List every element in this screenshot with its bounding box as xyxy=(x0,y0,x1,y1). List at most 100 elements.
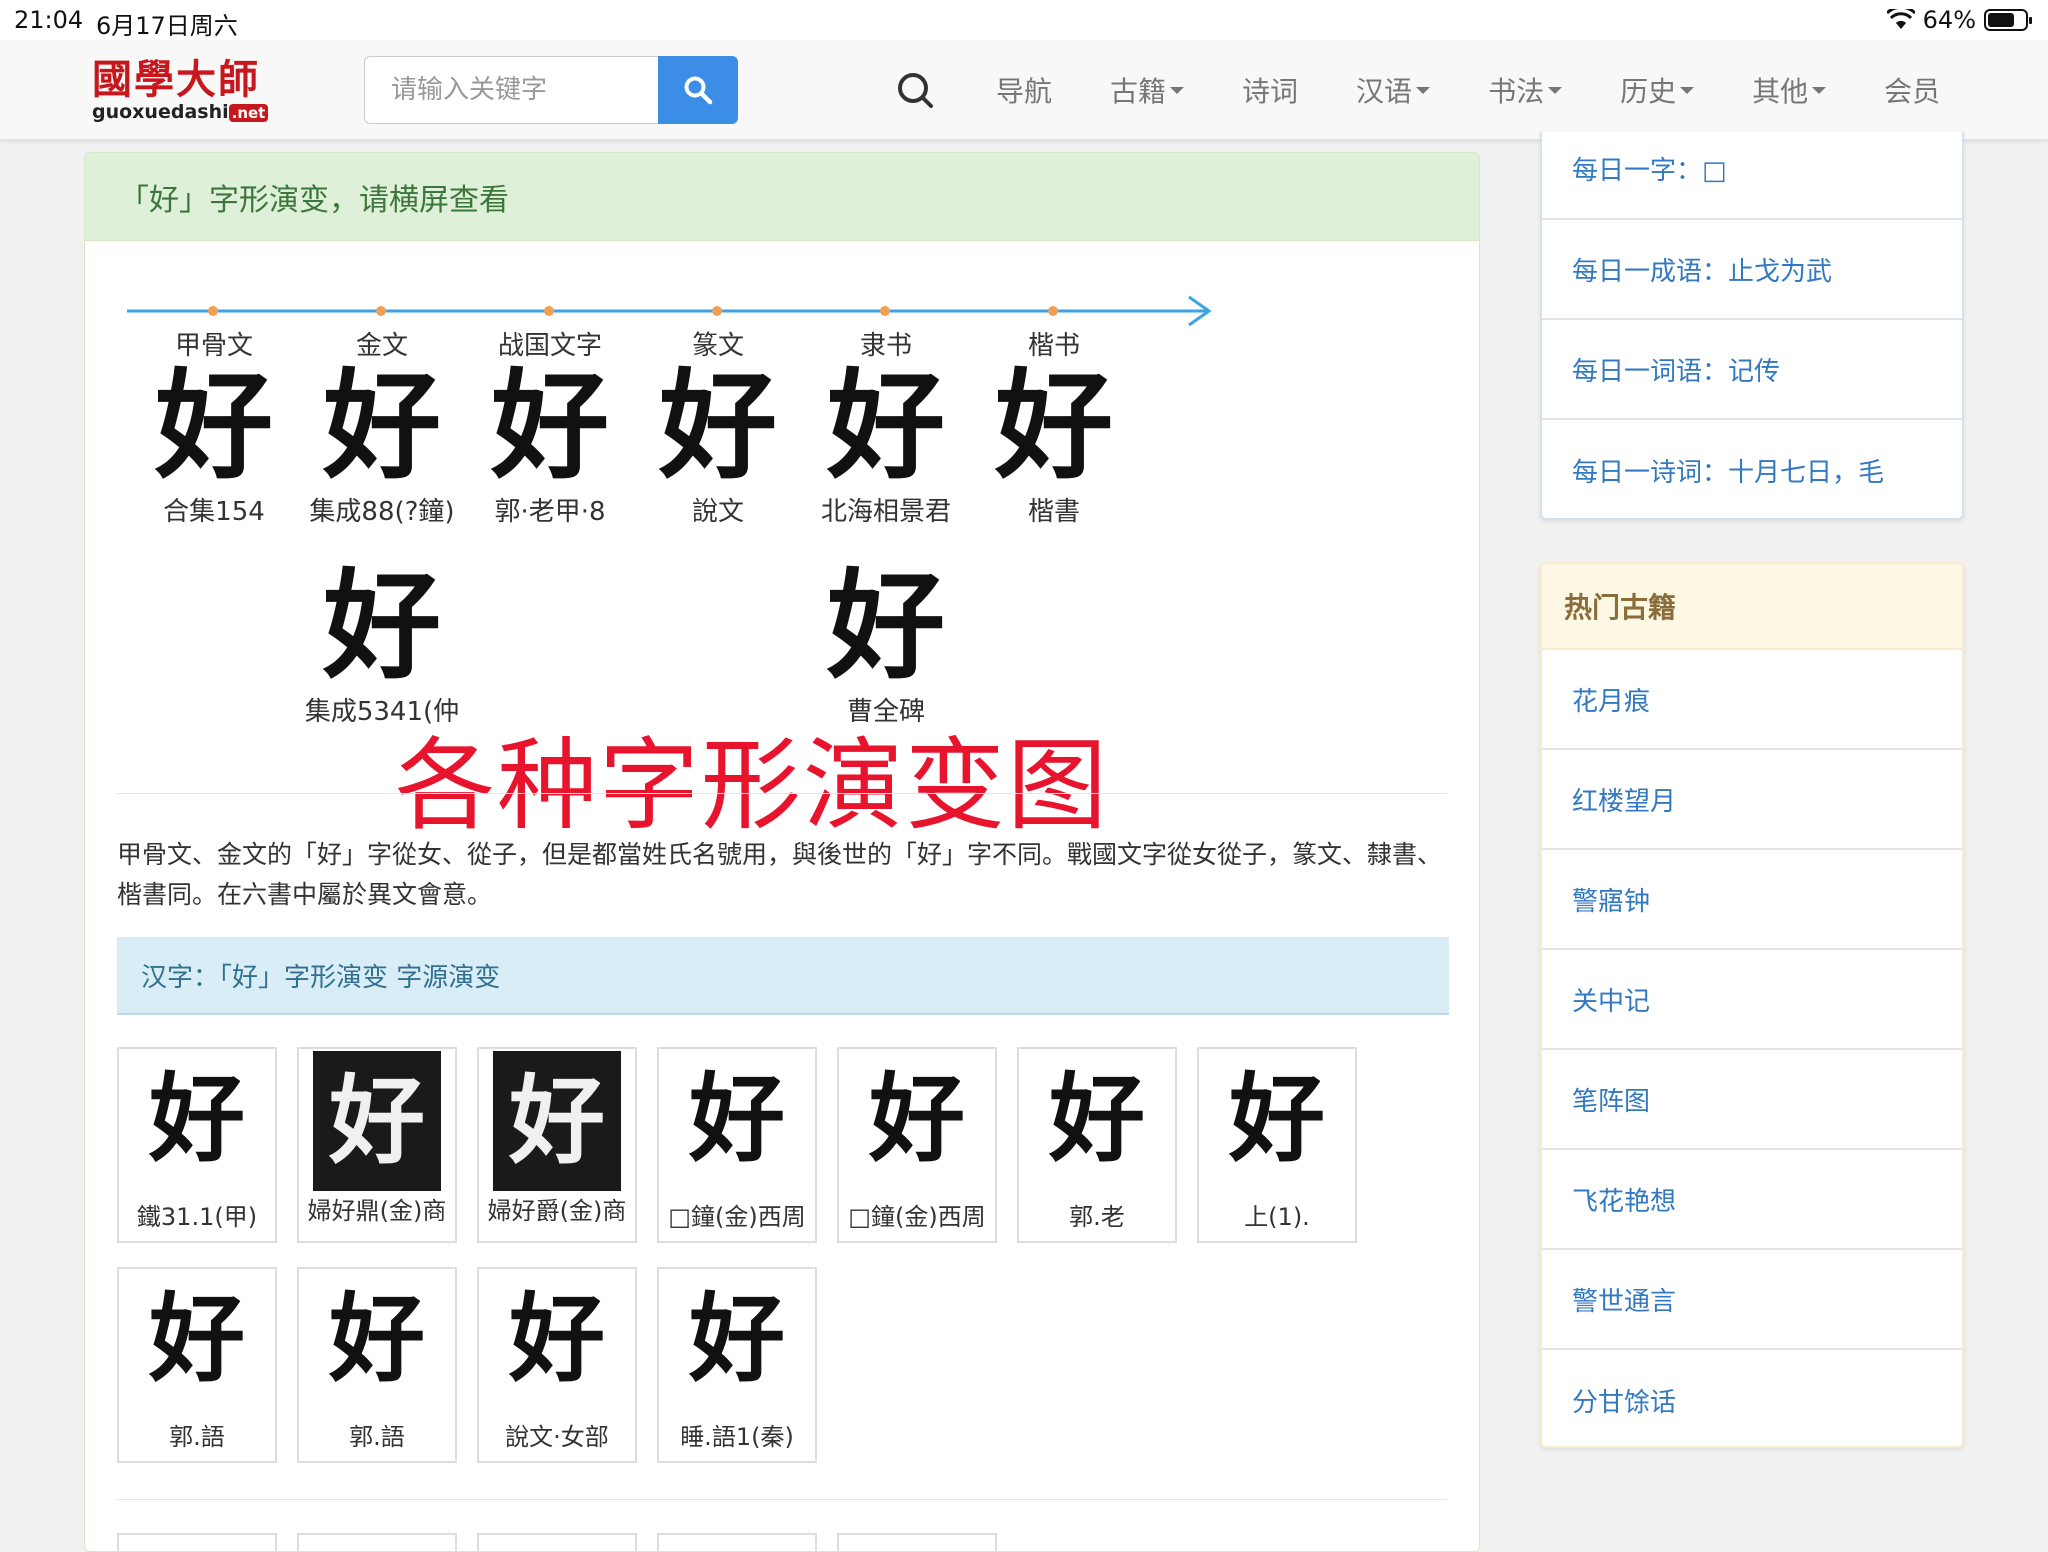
daily-word-link[interactable]: 每日一词语：记传 xyxy=(1542,320,1962,420)
tile-glyph: 好 xyxy=(869,1062,965,1175)
stage-caption: 集成5341(仲 xyxy=(304,697,460,727)
glyph-tile[interactable]: 好 說文·女部 xyxy=(477,1267,637,1463)
chevron-down-icon xyxy=(1548,86,1563,94)
tile-caption: 婦好鼎(金)商 xyxy=(307,1197,447,1225)
tile-glyph: 好 xyxy=(689,1062,785,1175)
stage-glyph: 好 xyxy=(658,356,777,495)
top-navbar: 國學大師 guoxuedashi.net 导航 古籍 诗词 汉语 书法 历史 其… xyxy=(0,40,2048,140)
hot-book-link[interactable]: 花月痕 xyxy=(1542,650,1962,750)
evolution-alt-bronze: 好 集成5341(仲 xyxy=(297,561,467,728)
hot-book-link[interactable]: 红楼望月 xyxy=(1542,750,1962,850)
glyph-tile[interactable]: 好 □鐘(金)西周 xyxy=(837,1047,997,1243)
logo-chinese: 國學大師 xyxy=(92,56,260,103)
stage-caption: 郭·老甲·8 xyxy=(494,497,606,527)
hot-book-link[interactable]: 笔阵图 xyxy=(1542,1050,1962,1150)
panel-title: 「好」字形演变，请横屏查看 xyxy=(85,153,1479,241)
chevron-down-icon xyxy=(1680,86,1695,94)
glyph-tile[interactable]: 好 郭.語 xyxy=(117,1267,277,1463)
nav-item-chinese[interactable]: 汉语 xyxy=(1356,70,1431,110)
search-button[interactable] xyxy=(658,56,738,124)
nav-item-calligraphy[interactable]: 书法 xyxy=(1488,70,1563,110)
divider xyxy=(117,793,1447,794)
evolution-stage-warring-states: 战国文字 好 郭·老甲·8 xyxy=(465,325,635,528)
stage-glyph: 好 xyxy=(994,356,1113,495)
tile-glyph: 好 xyxy=(313,1051,441,1191)
status-time: 21:04 xyxy=(14,6,84,34)
hot-books-panel: 热门古籍 花月痕 红楼望月 警寤钟 关中记 笔阵图 飞花艳想 警世通言 分甘馀话 xyxy=(1540,562,1964,1448)
stage-glyph: 好 xyxy=(826,356,945,495)
status-bar: 21:04 6月17日周六 64% xyxy=(0,0,2048,40)
evolution-stage-oracle: 甲骨文 好 合集154 xyxy=(129,325,299,528)
tile-caption: 上(1). xyxy=(1244,1203,1310,1231)
tile-glyph: 好 xyxy=(149,1062,245,1175)
tile-caption: □鐘(金)西周 xyxy=(668,1203,806,1231)
tile-glyph: 好 xyxy=(149,1282,245,1395)
tile-caption: 睡.語1(秦) xyxy=(680,1423,794,1451)
nav-item-history[interactable]: 历史 xyxy=(1620,70,1695,110)
tile-glyph: 好 xyxy=(509,1282,605,1395)
stage-caption: 北海相景君 xyxy=(820,497,951,527)
nav-menu: 导航 古籍 诗词 汉语 书法 历史 其他 会员 xyxy=(996,40,1998,140)
search-input[interactable] xyxy=(364,56,658,124)
tile-caption: 鐵31.1(甲) xyxy=(136,1203,258,1231)
nav-search-icon[interactable] xyxy=(895,70,935,110)
tile-caption: 婦好爵(金)商 xyxy=(487,1197,627,1225)
search-bar xyxy=(364,56,738,124)
battery-percent: 64% xyxy=(1922,6,1976,34)
glyph-tile[interactable]: 好 □鐘(金)西周 xyxy=(657,1047,817,1243)
stage-caption: 楷書 xyxy=(1027,497,1080,527)
hot-book-link[interactable]: 飞花艳想 xyxy=(1542,1150,1962,1250)
glyph-tile[interactable]: 好 郭.語 xyxy=(297,1267,457,1463)
logo-net-badge: .net xyxy=(228,104,269,122)
overlay-caption: 各种字形演变图 xyxy=(395,727,1109,844)
chevron-down-icon xyxy=(1416,86,1431,94)
tile-caption: 郭.老 xyxy=(1069,1203,1125,1231)
hot-book-link[interactable]: 关中记 xyxy=(1542,950,1962,1050)
battery-icon xyxy=(1984,9,2032,31)
hot-books-title: 热门古籍 xyxy=(1542,564,1962,650)
search-icon xyxy=(684,76,713,105)
tile-caption: □鐘(金)西周 xyxy=(848,1203,986,1231)
hot-book-link[interactable]: 警寤钟 xyxy=(1542,850,1962,950)
glyph-tile[interactable]: 好 婦好鼎(金)商 xyxy=(297,1047,457,1243)
stage-caption: 集成88(?鐘) xyxy=(309,497,455,527)
nav-item-ancient-books[interactable]: 古籍 xyxy=(1110,70,1185,110)
daily-panel: 每日一字：□ 每日一成语：止戈为武 每日一词语：记传 每日一诗词：十月七日，毛 xyxy=(1540,132,1964,520)
daily-character-link[interactable]: 每日一字：□ xyxy=(1542,132,1962,220)
glyph-tile[interactable]: 好 睡.語1(秦) xyxy=(657,1267,817,1463)
tile-glyph: 好 xyxy=(689,1282,785,1395)
tile-glyph: 好 xyxy=(493,1051,621,1191)
nav-item-navigation[interactable]: 导航 xyxy=(996,70,1052,110)
stage-caption: 說文 xyxy=(691,497,744,527)
wifi-icon xyxy=(1886,9,1915,29)
tile-glyph: 好 xyxy=(1229,1062,1325,1175)
tile-caption: 郭.語 xyxy=(169,1423,225,1451)
glyph-tile[interactable]: 好 婦好爵(金)商 xyxy=(477,1047,637,1243)
glyph-source-header: 汉字：「好」字形演变 字源演变 xyxy=(117,937,1449,1015)
stage-caption: 曹全碑 xyxy=(846,697,925,727)
tile-glyph: 好 xyxy=(1049,1062,1145,1175)
tile-caption: 說文·女部 xyxy=(505,1423,609,1451)
hot-book-link[interactable]: 分甘馀话 xyxy=(1542,1350,1962,1446)
logo-english: guoxuedashi .net xyxy=(92,102,292,123)
tile-caption: 郭.語 xyxy=(349,1423,405,1451)
evolution-description: 甲骨文、金文的「好」字從女、從子，但是都當姓氏名號用，與後世的「好」字不同。戰國… xyxy=(117,840,1443,909)
nav-item-poetry[interactable]: 诗词 xyxy=(1242,70,1298,110)
hot-book-link[interactable]: 警世通言 xyxy=(1542,1250,1962,1350)
evolution-stage-seal: 篆文 好 說文 xyxy=(633,325,803,528)
nav-item-other[interactable]: 其他 xyxy=(1752,70,1827,110)
evolution-alt-clerical: 好 曹全碑 xyxy=(801,561,971,728)
stage-caption: 合集154 xyxy=(163,497,265,527)
nav-item-member[interactable]: 会员 xyxy=(1884,70,1940,110)
daily-poem-link[interactable]: 每日一诗词：十月七日，毛 xyxy=(1542,420,1962,520)
glyph-tile[interactable]: 好 鐵31.1(甲) xyxy=(117,1047,277,1243)
glyph-tile[interactable]: 好 上(1). xyxy=(1197,1047,1357,1243)
glyph-tile[interactable]: 好 郭.老 xyxy=(1017,1047,1177,1243)
evolution-stage-clerical: 隶书 好 北海相景君 xyxy=(801,325,971,528)
daily-idiom-link[interactable]: 每日一成语：止戈为武 xyxy=(1542,220,1962,320)
site-logo[interactable]: 國學大師 guoxuedashi .net xyxy=(92,58,292,124)
evolution-stage-regular: 楷书 好 楷書 xyxy=(969,325,1139,528)
chevron-down-icon xyxy=(1812,86,1827,94)
stage-glyph: 好 xyxy=(826,556,945,695)
status-date: 6月17日周六 xyxy=(96,12,238,40)
